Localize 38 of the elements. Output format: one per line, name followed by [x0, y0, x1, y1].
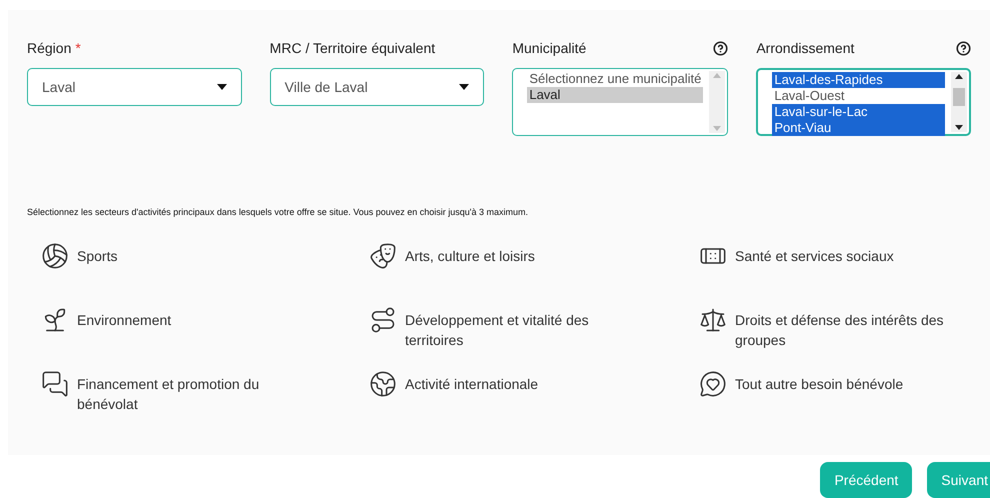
required-mark: * [75, 38, 81, 58]
field-label: MRC / Territoire équivalent [270, 38, 436, 58]
list-option[interactable]: Sélectionnez une municipalité [527, 71, 704, 87]
caret-icon [216, 84, 227, 90]
sector-option[interactable]: Environnement [77, 310, 172, 330]
select-field[interactable]: Ville de Laval [270, 68, 484, 106]
sector-option[interactable]: Santé et services sociaux [735, 246, 894, 266]
scroll-up-icon[interactable] [955, 74, 964, 79]
select-field[interactable]: Laval [27, 68, 242, 106]
sector-option[interactable]: Tout autre besoin bénévole [735, 374, 904, 394]
sector-option[interactable]: Droits et défense des intérêts des groupes [735, 310, 955, 350]
listbox-field[interactable]: Laval-des-Rapides Laval-Ouest Laval-sur-le-Lac Pont-Viau [756, 68, 972, 136]
instructions-text: Sélectionnez les secteurs d'activités principaux dans lesquels votre offre se situe. Vous pouvez en choisir jusqu'à 3 maximum. [27, 206, 530, 219]
scroll-down-icon[interactable] [955, 125, 964, 130]
list-option[interactable]: Pont-Viau [772, 120, 946, 136]
field-label: Municipalité [512, 38, 586, 58]
listbox-field[interactable]: Sélectionnez une municipalité Laval [512, 68, 728, 136]
route-icon[interactable] [369, 306, 397, 334]
caret-icon [459, 84, 470, 90]
scrollbar[interactable] [951, 72, 968, 132]
help-icon[interactable] [956, 40, 972, 56]
heart-bubble-icon[interactable] [699, 370, 727, 398]
sector-option[interactable]: Sports [77, 246, 118, 266]
sector-option[interactable]: Activité internationale [405, 374, 538, 394]
chat-bubbles-icon[interactable] [41, 370, 69, 398]
ball-icon[interactable] [41, 242, 69, 270]
help-icon[interactable] [713, 40, 728, 56]
list-option[interactable]: Laval [527, 87, 704, 103]
sector-option[interactable]: Développement et vitalité des territoires [405, 310, 625, 350]
list-option[interactable]: Laval-sur-le-Lac [772, 104, 946, 120]
list-option[interactable]: Laval-des-Rapides [772, 72, 946, 88]
field-label: Arrondissement [756, 38, 854, 58]
globe-icon[interactable] [369, 370, 397, 398]
sector-option[interactable]: Arts, culture et loisirs [405, 246, 535, 266]
field-label: Région [27, 38, 72, 58]
theater-masks-icon[interactable] [369, 242, 397, 270]
sector-option[interactable]: Financement et promotion du bénévolat [77, 374, 297, 414]
list-option[interactable]: Laval-Ouest [772, 88, 946, 104]
